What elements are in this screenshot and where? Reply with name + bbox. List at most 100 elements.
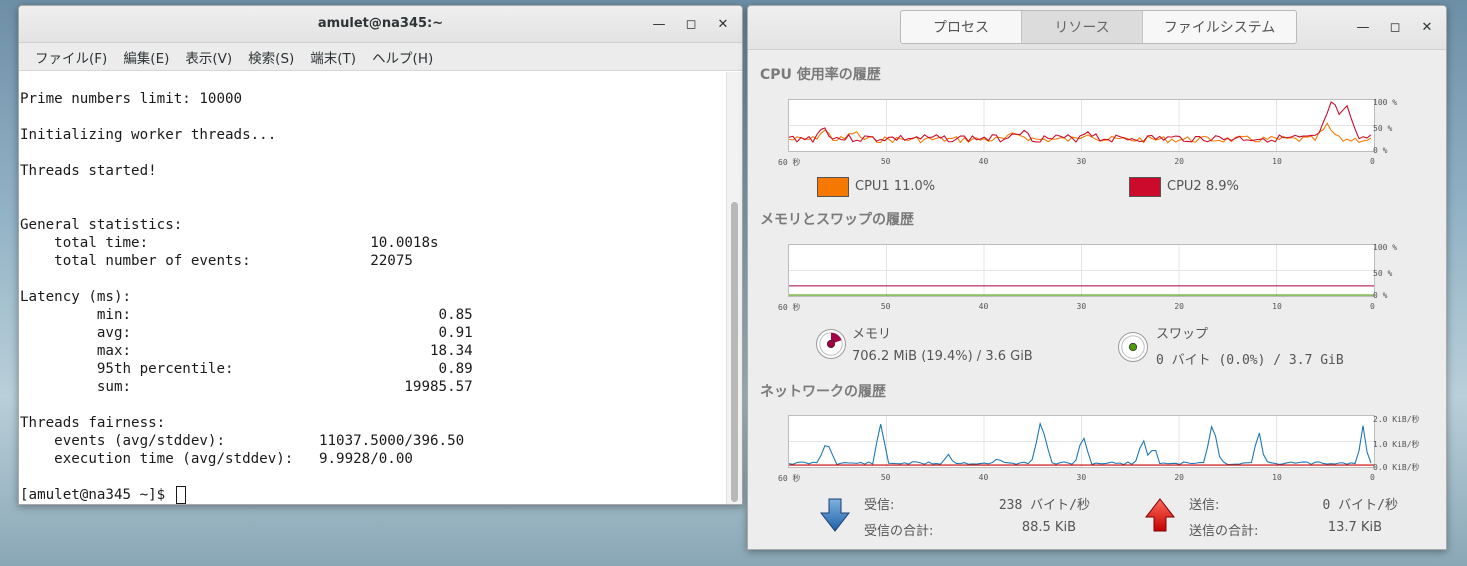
terminal-prompt-line[interactable]: [amulet@na345 ~]$ <box>19 486 726 504</box>
terminal-line: avg: 0.91 <box>20 325 473 341</box>
x-tick-label: 30 <box>1076 157 1087 166</box>
monitor-titlebar[interactable]: プロセス リソース ファイルシステム — ◻ ✕ <box>748 6 1446 50</box>
memory-label: メモリ <box>852 327 892 342</box>
terminal-line: Threads fairness: <box>20 415 166 431</box>
network-history-graph <box>788 415 1375 468</box>
maximize-icon[interactable]: ◻ <box>1386 18 1404 36</box>
send-rate: 0 バイト/秒 <box>1322 498 1398 513</box>
system-monitor-window[interactable]: プロセス リソース ファイルシステム — ◻ ✕ CPU 使用率の履歴 100 … <box>747 5 1447 550</box>
x-tick-label: 30 <box>1076 302 1087 311</box>
minimize-icon[interactable]: — <box>650 15 668 33</box>
network-ytick-1: 1.0 KiB/秒 <box>1373 440 1420 449</box>
x-tick-label: 0 <box>1370 473 1375 482</box>
cpu1-color-swatch[interactable] <box>817 177 849 197</box>
terminal-line: Initializing worker threads... <box>20 127 277 143</box>
receive-total-value: 88.5 KiB <box>1021 520 1076 535</box>
terminal-line: execution time (avg/stddev): 9.9928/0.00 <box>20 451 413 467</box>
terminal-line: total number of events: 22075 <box>20 253 413 269</box>
cpu1-trace <box>789 122 1372 144</box>
x-tick-label: 20 <box>1174 473 1184 482</box>
send-total-value: 13.7 KiB <box>1327 520 1382 535</box>
send-total-label: 送信の合計: <box>1189 524 1259 539</box>
x-tick-label: 0 <box>1370 302 1375 311</box>
terminal-prompt: [amulet@na345 ~]$ <box>20 487 174 503</box>
cpu-history-graph <box>788 99 1375 152</box>
minimize-icon[interactable]: — <box>1354 18 1372 36</box>
receive-trace <box>789 421 1372 466</box>
cpu-ytick-0: 0 % <box>1373 146 1388 155</box>
x-tick-label: 40 <box>978 473 989 482</box>
terminal-cursor <box>175 486 186 504</box>
maximize-icon[interactable]: ◻ <box>682 15 700 33</box>
cpu2-color-swatch[interactable] <box>1129 177 1161 197</box>
network-history-title: ネットワークの履歴 <box>760 384 886 400</box>
memory-ytick-100: 100 % <box>1373 243 1398 252</box>
x-tick-label: 40 <box>978 302 989 311</box>
terminal-line: 95th percentile: 0.89 <box>20 361 473 377</box>
cpu-ytick-100: 100 % <box>1373 98 1398 107</box>
close-icon[interactable]: ✕ <box>714 15 732 33</box>
terminal-titlebar[interactable]: amulet@na345:~ — ◻ ✕ <box>19 6 742 43</box>
terminal-line: min: 0.85 <box>20 307 473 323</box>
terminal-window[interactable]: amulet@na345:~ — ◻ ✕ ファイル(F) 編集(E) 表示(V)… <box>18 5 743 505</box>
send-arrow-icon[interactable] <box>1145 498 1175 532</box>
terminal-line: total time: 10.0018s <box>20 235 439 251</box>
receive-arrow-icon[interactable] <box>820 498 850 532</box>
menu-search[interactable]: 検索(S) <box>240 47 302 67</box>
x-tick-label: 60 秒 <box>778 303 801 312</box>
tab-processes[interactable]: プロセス <box>901 11 1022 43</box>
terminal-line: Prime numbers limit: 10000 <box>20 91 243 107</box>
monitor-tabs: プロセス リソース ファイルシステム <box>900 10 1297 44</box>
menu-terminal[interactable]: 端末(T) <box>302 47 364 67</box>
x-tick-label: 0 <box>1370 157 1375 166</box>
terminal-line: General statistics: <box>20 217 183 233</box>
swap-pie-icon[interactable] <box>1118 332 1148 362</box>
cpu-ytick-50: 50 % <box>1373 124 1393 133</box>
memory-ytick-50: 50 % <box>1373 269 1393 278</box>
terminal-scrollbar[interactable] <box>726 72 742 504</box>
tab-resources[interactable]: リソース <box>1022 11 1143 43</box>
terminal-line: events (avg/stddev): 11037.5000/396.50 <box>20 433 465 449</box>
receive-rate: 238 バイト/秒 <box>998 498 1090 513</box>
x-tick-label: 10 <box>1272 157 1282 166</box>
receive-label: 受信: <box>864 498 895 513</box>
memory-ytick-0: 0 % <box>1373 291 1388 300</box>
x-tick-label: 20 <box>1174 157 1184 166</box>
x-tick-label: 50 <box>880 473 891 482</box>
x-tick-label: 20 <box>1174 302 1184 311</box>
menu-view[interactable]: 表示(V) <box>177 47 240 67</box>
tab-filesystems[interactable]: ファイルシステム <box>1143 11 1296 43</box>
terminal-output[interactable]: Prime numbers limit: 10000 Initializing w… <box>19 72 726 504</box>
menu-file[interactable]: ファイル(F) <box>27 47 115 67</box>
terminal-title: amulet@na345:~ <box>317 16 444 31</box>
x-tick-label: 40 <box>978 157 989 166</box>
menu-help[interactable]: ヘルプ(H) <box>364 47 441 67</box>
x-tick-label: 50 <box>880 157 891 166</box>
terminal-menubar: ファイル(F) 編集(E) 表示(V) 検索(S) 端末(T) ヘルプ(H) <box>19 43 742 71</box>
close-icon[interactable]: ✕ <box>1418 18 1436 36</box>
cpu1-legend-label: CPU1 11.0% <box>855 179 936 194</box>
terminal-line: sum: 19985.57 <box>20 379 473 395</box>
network-ytick-2: 2.0 KiB/秒 <box>1373 415 1420 424</box>
cpu-history-title: CPU 使用率の履歴 <box>760 67 881 83</box>
menu-edit[interactable]: 編集(E) <box>115 47 177 67</box>
send-label: 送信: <box>1189 498 1220 513</box>
x-tick-label: 30 <box>1076 473 1087 482</box>
network-ytick-0: 0.0 KiB/秒 <box>1373 463 1420 472</box>
x-tick-label: 60 秒 <box>778 474 801 483</box>
x-tick-label: 50 <box>880 302 891 311</box>
swap-label: スワップ <box>1156 327 1209 342</box>
terminal-line: Threads started! <box>20 163 157 179</box>
swap-value: 0 バイト (0.0%) / 3.7 GiB <box>1156 353 1344 368</box>
x-tick-label: 10 <box>1272 302 1282 311</box>
scrollbar-thumb[interactable] <box>731 202 738 502</box>
memory-pie-icon[interactable] <box>816 329 846 359</box>
memory-history-graph <box>788 244 1375 297</box>
